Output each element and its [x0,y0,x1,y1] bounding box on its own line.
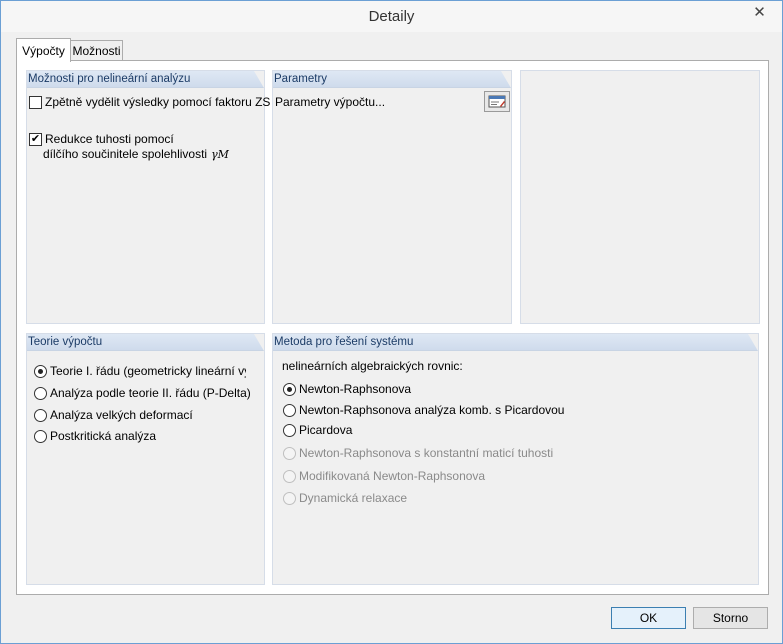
theory-option-4[interactable]: Postkritická analýza [34,429,156,443]
theory-option-label: Analýza podle teorie II. řádu (P-Delta) [50,386,251,400]
radio-button[interactable] [283,423,296,437]
theory-option-2[interactable]: Analýza podle teorie II. řádu (P-Delta) [34,386,251,400]
ok-button-label: OK [639,611,658,625]
method-option-4: Newton-Raphsonova s konstantní maticí tu… [283,446,553,460]
method-intro-row: nelineárních algebraických rovnic: [282,359,463,373]
theory-option-label: Teorie I. řádu (geometricky lineární výp… [50,364,246,378]
reduce-label-row2: dílčího součinitele spolehlivosti γM [43,147,229,161]
tab-page-vypocty: Možnosti pro nelineární analýzu Zpětně v… [16,60,769,595]
panel-header: Parametry [273,71,511,88]
radio-button [283,491,296,505]
method-option-6: Dynamická relaxace [283,491,407,505]
edit-params-icon [488,95,506,108]
radio-button[interactable] [283,382,296,396]
method-intro: nelineárních algebraických rovnic: [282,359,463,373]
theory-option-label: Postkritická analýza [50,429,157,443]
theory-option-3[interactable]: Analýza velkých deformací [34,408,193,422]
close-icon[interactable]: ✕ [746,2,773,22]
tab-moznosti[interactable]: Možnosti [70,40,123,61]
radio-button[interactable] [283,403,296,417]
radio-button[interactable] [34,386,47,400]
theory-option-1[interactable]: Teorie I. řádu (geometricky lineární výp… [34,364,246,378]
reduce-checkbox[interactable]: ✔ [29,132,42,146]
reduce-label-line1: Redukce tuhosti pomocí [45,132,174,146]
panel-header: Teorie výpočtu [27,334,264,351]
tab-moznosti-label: Možnosti [72,44,121,58]
method-option-3[interactable]: Picardova [283,423,352,437]
empty-panel [520,70,760,324]
edit-params-button[interactable] [484,91,510,112]
cancel-button-label: Storno [712,611,749,625]
gamma-symbol: γM [211,147,229,161]
tab-vypocty-label: Výpočty [22,43,65,58]
panel-header: Metoda pro řešení systému [273,334,758,351]
ok-button[interactable]: OK [611,607,686,629]
calculation-theory-panel: Teorie výpočtu Teorie I. řádu (geometric… [26,333,265,585]
method-option-label: Modifikovaná Newton-Raphsonova [299,469,486,483]
radio-button [283,446,296,460]
panel-header: Možnosti pro nelineární analýzu [27,71,264,88]
details-dialog: Detaily ✕ Výpočty Možnosti Možnosti pro … [0,0,783,644]
zs-label: Zpětně vydělit výsledky pomocí faktoru Z… [45,95,271,109]
zs-checkbox[interactable] [29,95,42,109]
method-option-1[interactable]: Newton-Raphsonova [283,382,411,396]
params-label: Parametry výpočtu... [275,95,386,109]
radio-button[interactable] [34,429,47,443]
title-bar: Detaily ✕ [1,1,782,32]
radio-button[interactable] [34,408,47,422]
nonlinear-options-panel: Možnosti pro nelineární analýzu Zpětně v… [26,70,270,324]
parameters-panel: Parametry Parametry výpočtu... [272,70,512,324]
zs-option[interactable]: Zpětně vydělit výsledky pomocí faktoru Z… [29,95,270,109]
theory-option-label: Analýza velkých deformací [50,408,193,422]
method-option-label: Newton-Raphsonova [299,382,412,396]
radio-button[interactable] [34,364,47,378]
window-title: Detaily [368,8,415,25]
reduce-label-line2: dílčího součinitele spolehlivosti [43,147,208,161]
solution-method-panel: Metoda pro řešení systému nelineárních a… [272,333,759,585]
method-option-label: Newton-Raphsonova s konstantní maticí tu… [299,446,554,460]
params-label-row: Parametry výpočtu... [275,95,385,109]
method-option-label: Picardova [299,423,353,437]
method-option-label: Dynamická relaxace [299,491,408,505]
tab-vypocty[interactable]: Výpočty [16,38,71,62]
reduce-option[interactable]: ✔ Redukce tuhosti pomocí [29,132,174,146]
method-option-2[interactable]: Newton-Raphsonova analýza komb. s Picard… [283,403,564,417]
cancel-button[interactable]: Storno [693,607,768,629]
method-option-label: Newton-Raphsonova analýza komb. s Picard… [299,403,565,417]
method-option-5: Modifikovaná Newton-Raphsonova [283,469,485,483]
radio-button [283,469,296,483]
